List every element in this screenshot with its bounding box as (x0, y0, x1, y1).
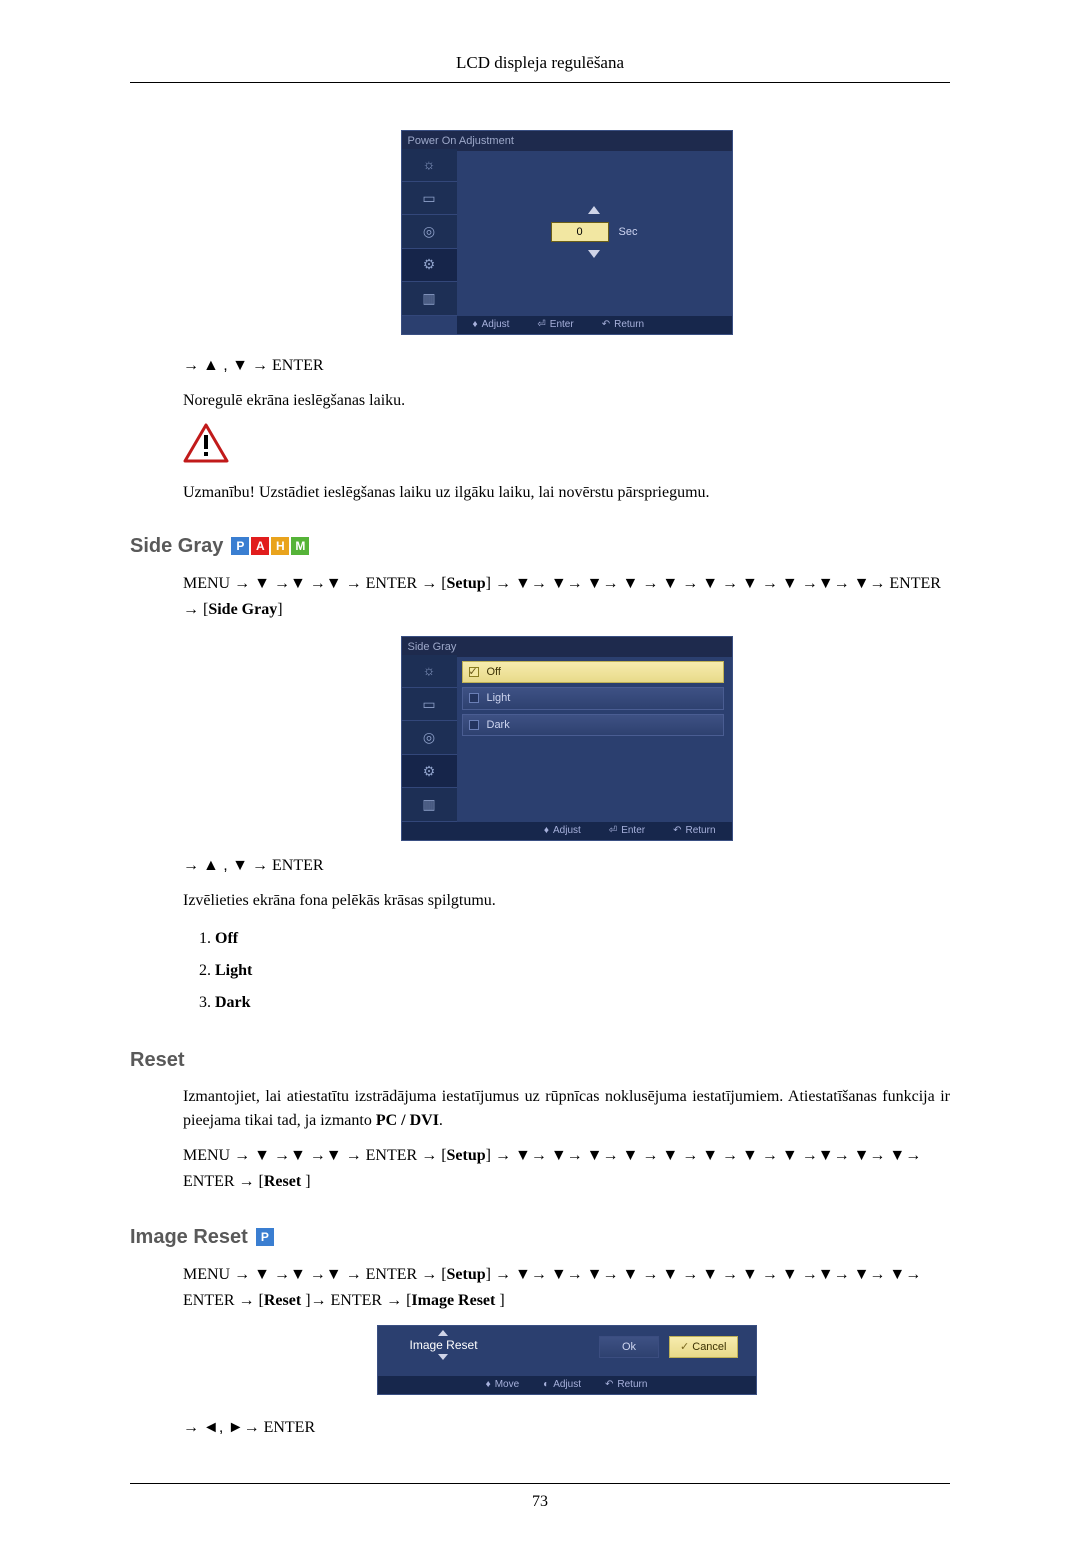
option-off: Off (462, 661, 724, 684)
section-title: Side Gray (130, 531, 223, 561)
section-side-gray-heading: Side Gray P A H M (130, 531, 950, 561)
footer-return: ↶ Return (602, 317, 644, 332)
nav-line-2: → ▲ , ▼ → ENTER (183, 853, 950, 879)
osd-footer: ♦ Adjust ⏎ Enter ↶ Return (457, 316, 732, 334)
section-title: Reset (130, 1045, 184, 1075)
picture-icon: ▭ (402, 688, 457, 721)
osd-main: 0 Sec (457, 149, 732, 316)
button-row: Ok Cancel (599, 1336, 738, 1359)
page-number: 73 (532, 1493, 548, 1510)
paragraph-4: Izmantojiet, lai atiestatītu izstrādājum… (183, 1085, 950, 1133)
cancel-button: Cancel (669, 1336, 738, 1359)
nav-sidegray: MENU → ▼ →▼ →▼ → ENTER → [Setup] → ▼→ ▼→… (183, 571, 950, 624)
section-reset-heading: Reset (130, 1045, 950, 1075)
osd-title: Image Reset (410, 1336, 478, 1354)
section-image-reset-heading: Image Reset P (130, 1222, 950, 1252)
badge-h: H (271, 537, 289, 555)
page-header: LCD displeja regulēšana (130, 50, 950, 83)
paragraph-3: Izvēlieties ekrāna fona pelēkās krāsas s… (183, 889, 950, 913)
paragraph-warning: Uzmanību! Uzstādiet ieslēgšanas laiku uz… (183, 481, 950, 505)
option-light: Light (462, 687, 724, 710)
nav-reset: MENU → ▼ →▼ →▼ → ENTER → [Setup] → ▼→ ▼→… (183, 1143, 950, 1196)
list-item: Light (215, 955, 950, 987)
picture-icon: ▭ (402, 182, 457, 215)
source-icon: ◎ (402, 721, 457, 754)
source-icon: ◎ (402, 215, 457, 248)
osd-footer: ♦ Adjust ⏎ Enter ↶ Return (402, 822, 732, 840)
list-item: Off (215, 923, 950, 955)
mode-badges: P (256, 1228, 274, 1246)
list-item: Dark (215, 987, 950, 1019)
options-list: Off Light Dark (215, 923, 950, 1019)
footer-return: ↶ Return (673, 823, 715, 838)
footer-enter: ⏎ Enter (609, 823, 645, 838)
arrow-down-icon (588, 250, 600, 258)
brightness-icon: ☼ (402, 149, 457, 182)
nav-line-3: → ◄, ►→ ENTER (183, 1415, 950, 1441)
footer-adjust: ♦ Adjust (544, 823, 581, 838)
badge-m: M (291, 537, 309, 555)
warning-icon (183, 423, 950, 471)
osd-sidebar: ☼ ▭ ◎ ⚙ ▥ (402, 149, 457, 316)
multi-icon: ▥ (402, 282, 457, 315)
osd-sidegray: Side Gray ☼ ▭ ◎ ⚙ ▥ Off Light Dark ♦ Adj… (401, 636, 733, 841)
footer-adjust: ◐ Adjust (543, 1377, 581, 1392)
osd-sidebar: ☼ ▭ ◎ ⚙ ▥ (402, 655, 457, 822)
nav-line-1: → ▲ , ▼ → ENTER (183, 353, 950, 379)
osd-imagereset: Image Reset Ok Cancel ♦ Move ◐ Adjust ↶ … (377, 1325, 757, 1395)
osd-power-on-adjust-wrap: Power On Adjustment ☼ ▭ ◎ ⚙ ▥ 0 Sec ♦ Ad… (183, 128, 950, 335)
value-box: 0 (551, 222, 609, 243)
gear-icon: ⚙ (402, 755, 457, 788)
arrow-up-icon (588, 206, 600, 214)
brightness-icon: ☼ (402, 655, 457, 688)
section-title: Image Reset (130, 1222, 248, 1252)
gear-icon: ⚙ (402, 249, 457, 282)
osd-power-on-adjust: Power On Adjustment ☼ ▭ ◎ ⚙ ▥ 0 Sec ♦ Ad… (401, 130, 733, 335)
option-dark: Dark (462, 714, 724, 737)
ok-button: Ok (599, 1336, 659, 1359)
osd-imagereset-wrap: Image Reset Ok Cancel ♦ Move ◐ Adjust ↶ … (183, 1325, 950, 1403)
osd-sidegray-wrap: Side Gray ☼ ▭ ◎ ⚙ ▥ Off Light Dark ♦ Adj… (183, 634, 950, 841)
footer-adjust: ♦ Adjust (473, 317, 510, 332)
mode-badges: P A H M (231, 537, 309, 555)
badge-a: A (251, 537, 269, 555)
badge-p: P (256, 1228, 274, 1246)
footer-enter: ⏎ Enter (537, 317, 573, 332)
page-header-title: LCD displeja regulēšana (456, 53, 624, 72)
badge-p: P (231, 537, 249, 555)
paragraph-1: Noregulē ekrāna ieslēgšanas laiku. (183, 389, 950, 413)
nav-imagereset: MENU → ▼ →▼ →▼ → ENTER → [Setup] → ▼→ ▼→… (183, 1262, 950, 1315)
value-row: 0 Sec (551, 222, 638, 243)
unit-label: Sec (619, 224, 638, 241)
page-footer: 73 (130, 1483, 950, 1514)
footer-return: ↶ Return (605, 1377, 647, 1392)
arrow-down-icon (438, 1354, 448, 1360)
footer-move: ♦ Move (486, 1377, 520, 1392)
multi-icon: ▥ (402, 788, 457, 821)
option-list: Off Light Dark (462, 661, 724, 737)
osd-footer: ♦ Move ◐ Adjust ↶ Return (378, 1376, 756, 1394)
